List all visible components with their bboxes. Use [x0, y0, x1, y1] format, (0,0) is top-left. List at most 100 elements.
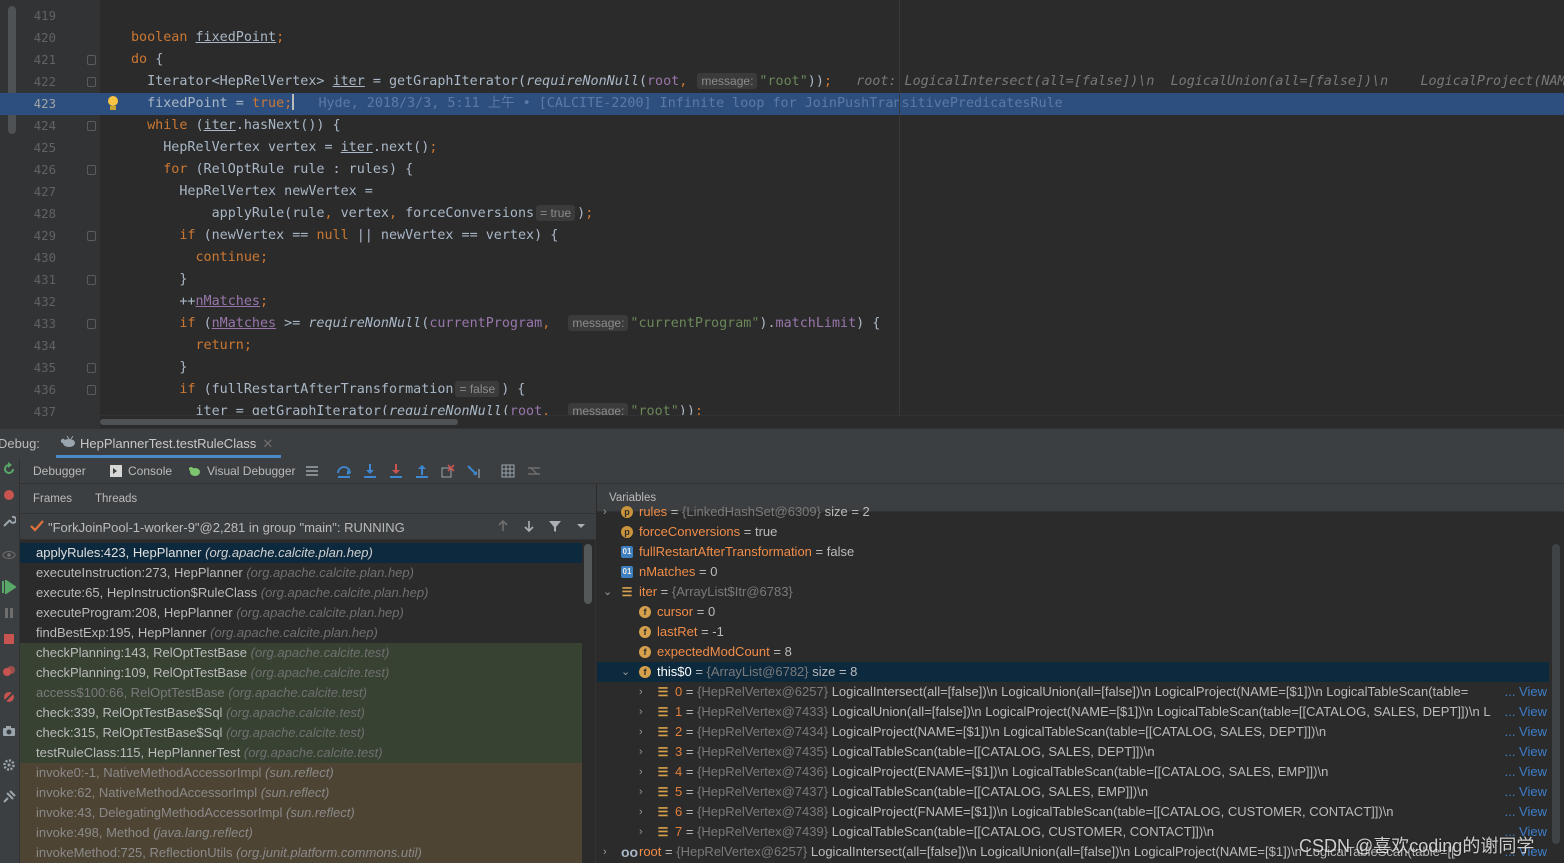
stack-frame[interactable]: checkPlanning:109, RelOptTestBase (org.a… [20, 663, 582, 683]
line-number[interactable]: 419 [20, 5, 56, 27]
line-number[interactable]: 426 [20, 159, 56, 181]
stack-frame[interactable]: invoke:62, NativeMethodAccessorImpl (sun… [20, 783, 582, 803]
code-line[interactable]: 433 if (nMatches >= requireNonNull(curre… [0, 313, 1564, 335]
variable-row[interactable]: › ☰ 4 = {HepRelVertex@7436} LogicalProject… [597, 762, 1549, 782]
run-to-cursor-icon[interactable] [466, 463, 482, 479]
chevron-right-icon[interactable]: › [639, 742, 649, 762]
evaluate-expression-icon[interactable] [500, 463, 516, 479]
stack-frame[interactable]: invoke:43, DelegatingMethodAccessorImpl … [20, 803, 582, 823]
fold-marker-icon[interactable] [87, 121, 96, 131]
variable-row[interactable]: 01 nMatches = 0 [597, 562, 1549, 582]
filter-icon[interactable] [548, 519, 562, 533]
tab-debugger[interactable]: Debugger [33, 464, 86, 478]
chevron-right-icon[interactable]: › [639, 722, 649, 742]
code-line[interactable]: 420 boolean fixedPoint; [0, 27, 1564, 49]
view-link[interactable]: ... View [1500, 682, 1547, 702]
variable-row[interactable]: f lastRet = -1 [597, 622, 1549, 642]
stack-frame[interactable]: access$100:66, RelOptTestBase (org.apach… [20, 683, 582, 703]
line-number[interactable]: 425 [20, 137, 56, 159]
stack-frame[interactable]: checkPlanning:143, RelOptTestBase (org.a… [20, 643, 582, 663]
mute-breakpoints-icon[interactable] [2, 690, 16, 704]
chevron-down-icon[interactable]: ⌄ [621, 662, 631, 682]
line-number[interactable]: 431 [20, 269, 56, 291]
view-link[interactable]: ... View [1500, 762, 1547, 782]
line-number[interactable]: 437 [20, 401, 56, 423]
fold-marker-icon[interactable] [87, 275, 96, 285]
fold-marker-icon[interactable] [87, 319, 96, 329]
code-line[interactable]: 432 ++nMatches; [0, 291, 1564, 313]
code-line[interactable]: 425 HepRelVertex vertex = iter.next(); [0, 137, 1564, 159]
variable-row[interactable]: f expectedModCount = 8 [597, 642, 1549, 662]
code-line[interactable]: 419 [0, 5, 1564, 27]
line-number[interactable]: 420 [20, 27, 56, 49]
frames-scrollbar[interactable] [584, 544, 592, 604]
line-number[interactable]: 428 [20, 203, 56, 225]
chevron-down-icon[interactable] [574, 519, 588, 533]
variable-row[interactable]: › ☰ 5 = {HepRelVertex@7437} LogicalTableSc… [597, 782, 1549, 802]
fold-marker-icon[interactable] [87, 231, 96, 241]
variable-row[interactable]: f cursor = 0 [597, 602, 1549, 622]
step-out-icon[interactable] [414, 463, 430, 479]
variable-row[interactable]: › ☰ 6 = {HepRelVertex@7438} LogicalProject… [597, 802, 1549, 822]
code-line[interactable]: 427 HepRelVertex newVertex = [0, 181, 1564, 203]
editor-horizontal-scroll-thumb[interactable] [100, 419, 458, 425]
variable-row[interactable]: p forceConversions = true [597, 522, 1549, 542]
trace-current-stream-icon[interactable] [526, 463, 542, 479]
view-link[interactable]: ... View [1500, 702, 1547, 722]
arrow-down-icon[interactable] [522, 519, 536, 533]
gear-icon[interactable] [2, 758, 16, 772]
stack-frame[interactable]: findBestExp:195, HepPlanner (org.apache.… [20, 623, 582, 643]
fold-marker-icon[interactable] [87, 77, 96, 87]
code-line[interactable]: 431 } [0, 269, 1564, 291]
code-editor[interactable]: 419 420 boolean fixedPoint; 421 do {422 Iter… [0, 0, 1564, 428]
stack-frame[interactable]: applyRules:423, HepPlanner (org.apache.c… [20, 543, 582, 563]
camera-icon[interactable] [2, 724, 16, 738]
pause-icon[interactable] [2, 606, 16, 620]
variable-row[interactable]: › ☰ 1 = {HepRelVertex@7433} LogicalUnion(a… [597, 702, 1549, 722]
thread-selector[interactable]: "ForkJoinPool-1-worker-9"@2,281 in group… [20, 514, 596, 540]
pin-icon[interactable] [2, 790, 16, 804]
show-execution-point-icon[interactable] [304, 463, 320, 479]
view-link[interactable]: ... View [1500, 722, 1547, 742]
variable-row[interactable]: › ☰ 0 = {HepRelVertex@6257} LogicalInterse… [597, 682, 1549, 702]
fold-marker-icon[interactable] [87, 385, 96, 395]
line-number[interactable]: 423 [20, 93, 56, 115]
editor-horizontal-scrollbar[interactable] [100, 415, 1564, 428]
tab-console[interactable]: Console [110, 464, 172, 478]
close-tab-icon[interactable]: ✕ [262, 436, 273, 452]
view-breakpoints-icon[interactable] [2, 664, 16, 678]
view-link[interactable]: ... View [1500, 742, 1547, 762]
rerun-icon[interactable] [2, 462, 16, 476]
variable-row[interactable]: ⌄ ☰ iter = {ArrayList$Itr@6783} [597, 582, 1549, 602]
stack-frame[interactable]: check:339, RelOptTestBase$Sql (org.apach… [20, 703, 582, 723]
variable-row[interactable]: › ☰ 2 = {HepRelVertex@7434} LogicalProject… [597, 722, 1549, 742]
chevron-down-icon[interactable]: ⌄ [603, 582, 613, 602]
code-line[interactable]: 436 if (fullRestartAfterTransformation = … [0, 379, 1564, 401]
variable-row[interactable]: ⌄ f this$0 = {ArrayList@6782} size = 8 [597, 662, 1549, 682]
stack-frame[interactable]: invokeMethod:725, ReflectionUtils (org.j… [20, 843, 582, 863]
fold-marker-icon[interactable] [87, 165, 96, 175]
code-line[interactable]: 421 do { [0, 49, 1564, 71]
force-step-into-icon[interactable] [388, 463, 404, 479]
variables-scrollbar[interactable] [1552, 544, 1560, 844]
stack-frame[interactable]: executeProgram:208, HepPlanner (org.apac… [20, 603, 582, 623]
code-line[interactable]: 429 if (newVertex == null || newVertex =… [0, 225, 1564, 247]
line-number[interactable]: 434 [20, 335, 56, 357]
stack-frame[interactable]: invoke:498, Method (java.lang.reflect) [20, 823, 582, 843]
debug-session-tab[interactable]: HepPlannerTest.testRuleClass ✕ [56, 431, 282, 458]
chevron-right-icon[interactable]: › [639, 702, 649, 722]
tab-frames[interactable]: Frames [33, 493, 72, 505]
code-line[interactable]: 428 applyRule(rule, vertex, forceConvers… [0, 203, 1564, 225]
line-number[interactable]: 424 [20, 115, 56, 137]
chevron-right-icon[interactable]: › [639, 782, 649, 802]
stack-frame[interactable]: testRuleClass:115, HepPlannerTest (org.a… [20, 743, 582, 763]
line-number[interactable]: 421 [20, 49, 56, 71]
code-line[interactable]: 426 for (RelOptRule rule : rules) { [0, 159, 1564, 181]
lightbulb-icon[interactable] [106, 95, 120, 113]
chevron-right-icon[interactable]: › [639, 762, 649, 782]
chevron-right-icon[interactable]: › [639, 802, 649, 822]
stack-frame[interactable]: executeInstruction:273, HepPlanner (org.… [20, 563, 582, 583]
wrench-icon[interactable] [2, 514, 16, 528]
drop-frame-icon[interactable] [440, 463, 456, 479]
line-number[interactable]: 430 [20, 247, 56, 269]
